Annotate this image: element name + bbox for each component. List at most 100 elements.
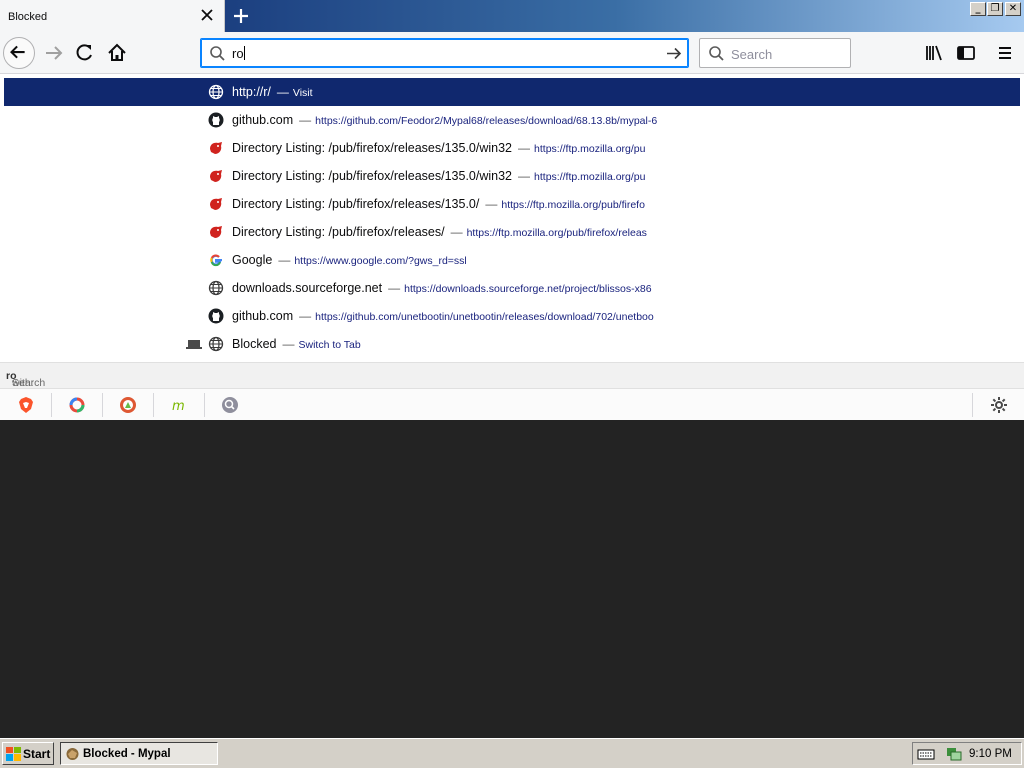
suggestion-separator: — (278, 253, 291, 267)
tab-title: Blocked (8, 11, 48, 23)
suggestion-title: Blocked (232, 337, 277, 351)
taskbar-window-title: Blocked - Mypal (83, 748, 171, 760)
divider (204, 393, 205, 417)
suggestion-url: https://ftp.mozilla.org/pub/firefox/rele… (466, 227, 647, 239)
mozilla-icon (210, 198, 222, 210)
close-icon[interactable] (198, 6, 216, 24)
suggestion-url: https://github.com/Feodor2/Mypal68/relea… (315, 115, 658, 127)
url-input[interactable]: ro (232, 46, 245, 61)
suggestion-title: http://r/ (232, 85, 271, 99)
duckduckgo-icon[interactable] (119, 396, 137, 414)
globe-icon (208, 280, 224, 296)
github-icon (208, 308, 224, 324)
keyboard-icon[interactable] (917, 747, 935, 761)
suggestion-url: https://ftp.mozilla.org/pu (534, 171, 646, 183)
tab-blocked[interactable]: Blocked (0, 0, 225, 33)
suggestion-separator: — (276, 85, 289, 99)
search-for-label: Search for ro with: (0, 362, 1024, 401)
search-placeholder: Search (731, 47, 773, 62)
divider (102, 393, 103, 417)
one-off-search-engines: m (0, 388, 1024, 420)
suggestion-url: https://ftp.mozilla.org/pub/firefo (501, 199, 645, 211)
gear-icon[interactable] (990, 396, 1008, 414)
suggestion-separator: — (518, 169, 531, 183)
suggestion-url: https://ftp.mozilla.org/pu (534, 143, 646, 155)
suggestion-row[interactable]: Google — https://www.google.com/?gws_rd=ss… (4, 246, 1020, 274)
suggestion-separator: — (485, 197, 498, 211)
suggestion-title: Directory Listing: /pub/firefox/releases… (232, 225, 445, 239)
start-label: Start (23, 747, 51, 761)
search-icon (210, 46, 225, 61)
suggestion-separator: — (518, 141, 531, 155)
sidebar-icon[interactable] (950, 37, 982, 69)
suggestion-title: github.com (232, 113, 294, 127)
back-button[interactable] (3, 37, 35, 69)
new-tab-icon[interactable] (228, 4, 254, 28)
suggestion-url: https://github.com/unetbootin/unetbootin… (315, 311, 654, 323)
suggestion-separator: — (299, 113, 312, 127)
suggestion-row[interactable]: Directory Listing: /pub/firefox/releases… (4, 218, 1020, 246)
suggestion-title: downloads.sourceforge.net (232, 281, 383, 295)
brave-icon[interactable] (17, 396, 35, 414)
mozilla-icon (210, 226, 222, 238)
switch-tab-icon (186, 340, 202, 349)
suggestion-row[interactable]: downloads.sourceforge.net — https://downlo… (4, 274, 1020, 302)
suggestion-url: https://downloads.sourceforge.net/projec… (404, 283, 652, 295)
google-icon (210, 254, 222, 267)
search-engine-icon[interactable] (221, 396, 239, 414)
title-bar: Blocked _ ❐ ✕ (0, 0, 1024, 33)
restore-button[interactable]: ❐ (987, 2, 1003, 16)
forward-arrow-icon[interactable] (38, 37, 70, 69)
back-arrow-icon (10, 45, 25, 59)
suggestion-row[interactable]: github.com — https://github.com/unetbootin… (4, 302, 1020, 330)
divider (51, 393, 52, 417)
menu-icon[interactable] (989, 37, 1021, 69)
navigation-toolbar: ro Search (0, 32, 1024, 74)
divider (153, 393, 154, 417)
start-button[interactable]: Start (2, 742, 54, 765)
minimize-button[interactable]: _ (970, 2, 986, 16)
taskbar-window-mypal[interactable]: Blocked - Mypal (60, 742, 218, 765)
suggestion-separator: — (282, 337, 295, 351)
mozilla-icon (210, 142, 222, 154)
suggestion-row[interactable]: Directory Listing: /pub/firefox/releases… (4, 134, 1020, 162)
suggestion-separator: — (388, 281, 401, 295)
go-arrow-icon[interactable] (665, 45, 683, 62)
suggestion-row[interactable]: Directory Listing: /pub/firefox/releases… (4, 190, 1020, 218)
suggestion-separator: — (450, 225, 463, 239)
home-icon[interactable] (101, 37, 133, 69)
suggestion-title: Google (232, 253, 273, 267)
suggestion-row[interactable]: github.com — https://github.com/Feodor2/My… (4, 106, 1020, 134)
suggestion-separator: — (299, 309, 312, 323)
mozilla-icon (210, 170, 222, 182)
suggestion-row[interactable]: Blocked — Switch to Tab (4, 330, 1020, 358)
close-window-button[interactable]: ✕ (1005, 2, 1021, 16)
suggestion-url: https://www.google.com/?gws_rd=ssl (294, 255, 467, 267)
mypal-icon (66, 748, 79, 760)
github-icon (208, 112, 224, 128)
suggestion-url: Switch to Tab (298, 339, 361, 351)
divider (972, 393, 973, 417)
suggestion-title: Directory Listing: /pub/firefox/releases… (232, 141, 513, 155)
suggestion-url: Visit (292, 87, 313, 99)
suggestion-row[interactable]: http://r/ — Visit (4, 78, 1020, 106)
reload-icon[interactable] (69, 37, 101, 69)
suggestion-title: Directory Listing: /pub/firefox/releases… (232, 169, 513, 183)
search-icon (709, 46, 724, 61)
windows-logo-icon (6, 747, 21, 761)
globe-icon (208, 336, 224, 352)
suggestion-row[interactable]: Directory Listing: /pub/firefox/releases… (4, 162, 1020, 190)
clock: 9:10 PM (969, 748, 1012, 760)
network-icon[interactable] (945, 746, 963, 762)
library-icon[interactable] (918, 37, 950, 69)
system-tray: 9:10 PM (912, 742, 1022, 765)
qwant-icon[interactable] (68, 396, 86, 414)
mojeek-icon[interactable]: m (170, 396, 188, 414)
suggestion-title: github.com (232, 309, 294, 323)
globe-icon (208, 84, 224, 100)
search-box[interactable]: Search (699, 38, 851, 68)
suggestion-title: Directory Listing: /pub/firefox/releases… (232, 197, 480, 211)
svg-text:m: m (172, 399, 185, 414)
autocomplete-popup: http://r/— Visit github.com — https://github… (0, 74, 1024, 420)
url-bar[interactable]: ro (200, 38, 689, 68)
